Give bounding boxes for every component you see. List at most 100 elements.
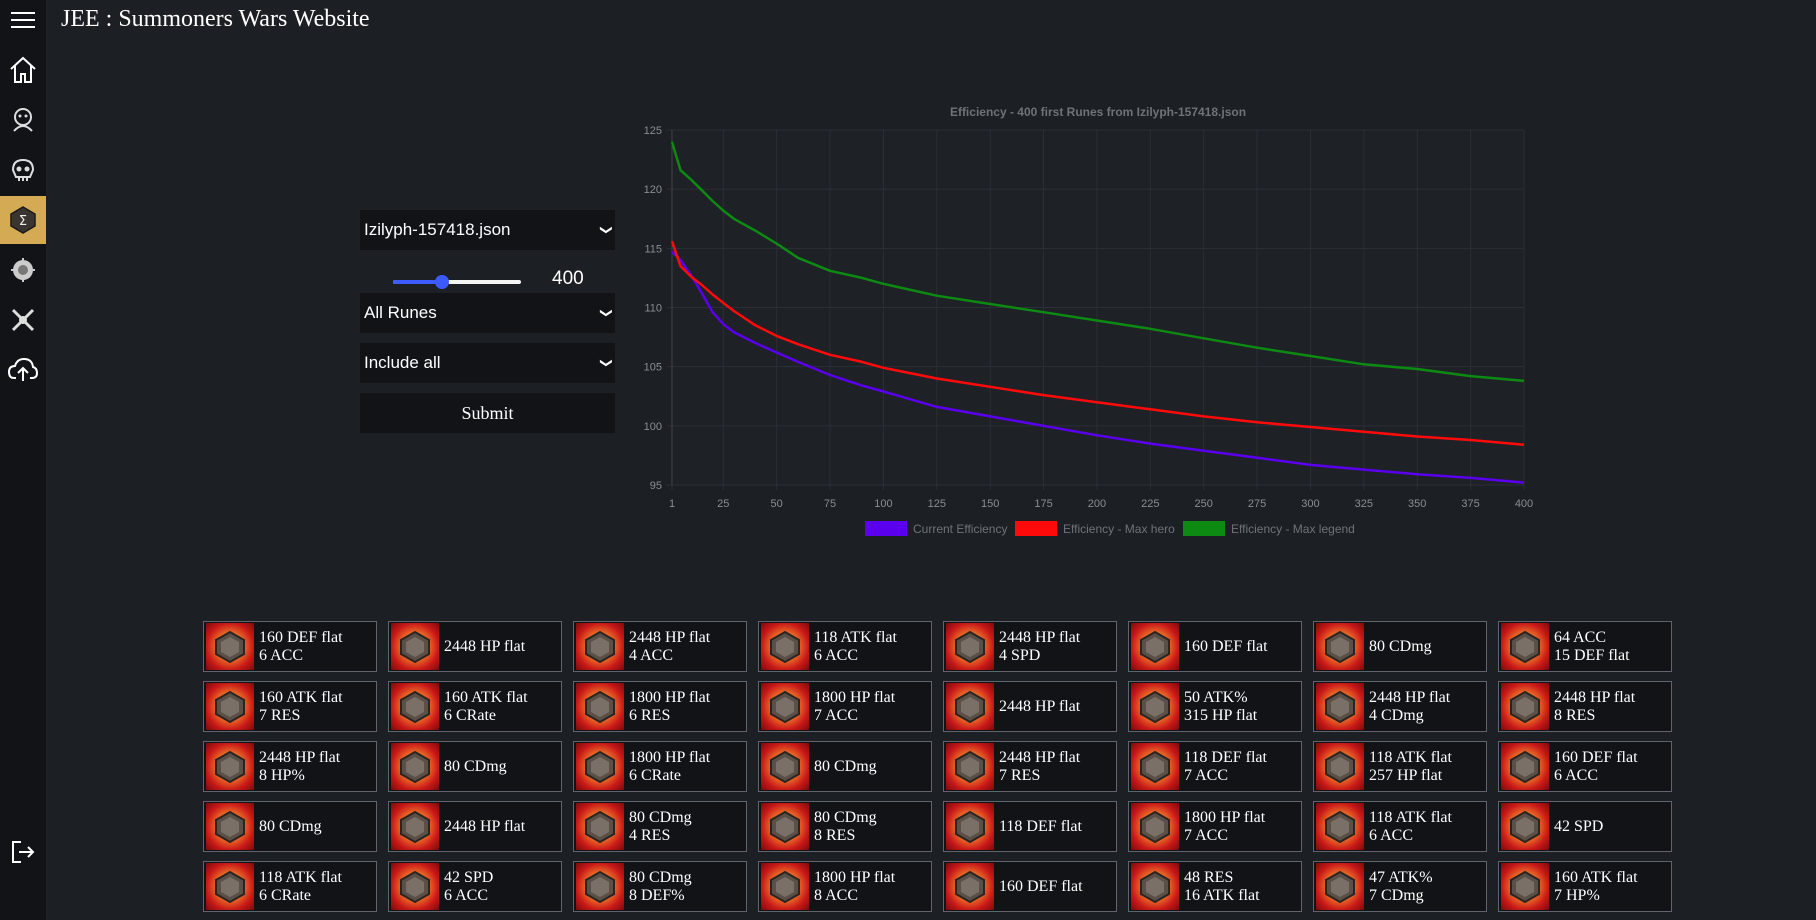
rune-count-slider[interactable]: 400 <box>360 266 615 296</box>
rune-sub-stat: 6 ACC <box>444 886 489 904</box>
rune-stats: 1800 HP flat 8 ACC <box>814 869 895 905</box>
despair-set-icon <box>946 623 994 670</box>
rune-card[interactable]: 64 ACC 15 DEF flat <box>1498 621 1672 672</box>
rune-card[interactable]: 160 DEF flat <box>943 861 1117 912</box>
rune-card[interactable]: 160 ATK flat 7 HP% <box>1498 861 1672 912</box>
nav-monsters[interactable] <box>0 96 46 144</box>
violent-set-icon <box>206 803 254 850</box>
rune-card[interactable]: 160 DEF flat 6 ACC <box>203 621 377 672</box>
nav-upload[interactable] <box>0 346 46 394</box>
x-tick-label: 25 <box>717 498 729 510</box>
rune-card[interactable]: 42 SPD 6 ACC <box>388 861 562 912</box>
rune-card[interactable]: 47 ATK% 7 CDmg <box>1313 861 1487 912</box>
rune-card[interactable]: 160 ATK flat 6 CRate <box>388 681 562 732</box>
menu-button[interactable] <box>0 0 46 44</box>
rune-card[interactable]: 48 RES 16 ATK flat <box>1128 861 1302 912</box>
submit-button[interactable]: Submit <box>360 393 615 433</box>
x-tick-label: 150 <box>981 498 999 510</box>
blade-set-icon <box>1316 683 1364 730</box>
rune-card[interactable]: 1800 HP flat 7 ACC <box>1128 801 1302 852</box>
rune-sub-stat: 4 SPD <box>999 646 1041 664</box>
rune-main-stat: 42 SPD <box>1554 817 1604 835</box>
rune-card[interactable]: 2448 HP flat <box>388 621 562 672</box>
x-tick-label: 50 <box>771 498 783 510</box>
blade-set-icon <box>206 743 254 790</box>
rune-card[interactable]: 160 DEF flat 6 ACC <box>1498 741 1672 792</box>
rune-stats: 1800 HP flat 7 ACC <box>814 689 895 725</box>
rune-stats: 118 ATK flat 6 ACC <box>814 629 897 665</box>
y-tick-label: 105 <box>644 362 662 374</box>
rune-card[interactable]: 118 ATK flat 257 HP flat <box>1313 741 1487 792</box>
y-tick-label: 120 <box>644 184 662 196</box>
rune-main-stat: 1800 HP flat <box>1184 808 1266 826</box>
swift-set-icon <box>206 863 254 910</box>
rune-card[interactable]: 80 CDmg <box>203 801 377 852</box>
rune-card[interactable]: 2448 HP flat <box>388 801 562 852</box>
rune-sub-stat: 6 CRate <box>629 766 681 784</box>
x-tick-label: 350 <box>1408 498 1426 510</box>
rage-set-icon <box>1501 803 1549 850</box>
rune-sub-stat: 6 ACC <box>1369 826 1414 844</box>
rune-card[interactable]: 80 CDmg <box>758 741 932 792</box>
rune-stats: 160 DEF flat 6 ACC <box>259 629 343 665</box>
nav-battle[interactable] <box>0 296 46 344</box>
rune-sub-stat: 7 RES <box>999 766 1041 784</box>
nav-skull[interactable] <box>0 146 46 194</box>
rune-card[interactable]: 2448 HP flat 7 RES <box>943 741 1117 792</box>
rune-card[interactable]: 160 ATK flat 7 RES <box>203 681 377 732</box>
rune-card[interactable]: 2448 HP flat 8 RES <box>1498 681 1672 732</box>
rune-card[interactable]: 2448 HP flat 8 HP% <box>203 741 377 792</box>
slider-thumb[interactable] <box>434 275 449 289</box>
guard-set-icon <box>1131 623 1179 670</box>
rune-main-stat: 48 RES <box>1184 868 1234 886</box>
rune-card[interactable]: 80 CDmg 4 RES <box>573 801 747 852</box>
rune-main-stat: 118 ATK flat <box>259 868 342 886</box>
include-select[interactable]: Include all ❮ <box>360 343 615 383</box>
rune-card[interactable]: 1800 HP flat 6 CRate <box>573 741 747 792</box>
swift-set-icon <box>391 863 439 910</box>
rune-card[interactable]: 118 ATK flat 6 ACC <box>1313 801 1487 852</box>
rune-card[interactable]: 50 ATK% 315 HP flat <box>1128 681 1302 732</box>
rune-card[interactable]: 2448 HP flat <box>943 681 1117 732</box>
rune-sub-stat: 4 CDmg <box>1369 706 1424 724</box>
rune-sub-stat: 8 DEF% <box>629 886 685 904</box>
rune-card[interactable]: 160 DEF flat <box>1128 621 1302 672</box>
rune-stats: 80 CDmg <box>814 758 877 776</box>
rage-set-icon <box>1316 623 1364 670</box>
swift-set-icon <box>1131 683 1179 730</box>
chevron-down-icon: ❮ <box>597 224 612 236</box>
slider-track[interactable] <box>393 275 521 289</box>
rune-sub-stat: 7 RES <box>259 706 301 724</box>
x-tick-label: 200 <box>1088 498 1106 510</box>
rune-card[interactable]: 80 CDmg 8 DEF% <box>573 861 747 912</box>
nav-runes[interactable]: Σ <box>0 196 46 244</box>
rune-stats: 2448 HP flat 7 RES <box>999 749 1080 785</box>
rune-card[interactable]: 2448 HP flat 4 CDmg <box>1313 681 1487 732</box>
rune-card[interactable]: 118 DEF flat <box>943 801 1117 852</box>
rune-card[interactable]: 2448 HP flat 4 SPD <box>943 621 1117 672</box>
rune-card[interactable]: 1800 HP flat 8 ACC <box>758 861 932 912</box>
rune-card[interactable]: 80 CDmg <box>388 741 562 792</box>
rune-card[interactable]: 118 ATK flat 6 CRate <box>203 861 377 912</box>
logout-button[interactable] <box>0 828 46 876</box>
nav-home[interactable] <box>0 46 46 94</box>
rune-card[interactable]: 42 SPD <box>1498 801 1672 852</box>
rune-stats: 1800 HP flat 6 CRate <box>629 749 710 785</box>
rune-type-select[interactable]: All Runes ❮ <box>360 293 615 333</box>
rune-card[interactable]: 118 ATK flat 6 ACC <box>758 621 932 672</box>
rune-sub-stat: 4 ACC <box>629 646 674 664</box>
rune-stats: 2448 HP flat 8 HP% <box>259 749 340 785</box>
rune-card[interactable]: 80 CDmg <box>1313 621 1487 672</box>
legend-label-0: Current Efficiency <box>913 522 1007 536</box>
rune-card[interactable]: 1800 HP flat 7 ACC <box>758 681 932 732</box>
rune-main-stat: 42 SPD <box>444 868 494 886</box>
file-select[interactable]: Izilyph-157418.json ❮ <box>360 210 615 250</box>
rune-main-stat: 80 CDmg <box>444 757 507 775</box>
rune-card[interactable]: 1800 HP flat 6 RES <box>573 681 747 732</box>
rune-card[interactable]: 2448 HP flat 4 ACC <box>573 621 747 672</box>
nav-artifacts[interactable] <box>0 246 46 294</box>
rune-main-stat: 2448 HP flat <box>1369 688 1451 706</box>
rune-card[interactable]: 80 CDmg 8 RES <box>758 801 932 852</box>
rune-main-stat: 118 DEF flat <box>1184 748 1267 766</box>
rune-card[interactable]: 118 DEF flat 7 ACC <box>1128 741 1302 792</box>
